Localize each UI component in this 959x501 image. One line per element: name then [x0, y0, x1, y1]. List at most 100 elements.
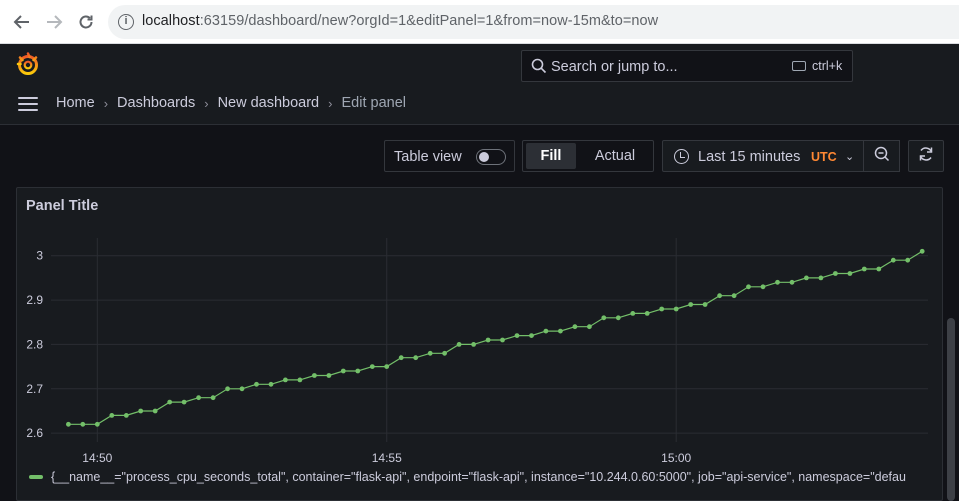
data-point — [615, 315, 621, 321]
breadcrumb-home[interactable]: Home — [56, 95, 95, 111]
table-view-label: Table view — [394, 149, 462, 165]
data-point — [283, 377, 288, 383]
data-point — [775, 279, 780, 285]
info-icon[interactable]: i — [118, 14, 134, 30]
data-point — [543, 328, 549, 334]
search-shortcut: ctrl+k — [812, 59, 843, 73]
breadcrumb-edit-panel: Edit panel — [341, 95, 406, 111]
data-point — [876, 266, 882, 272]
data-point — [514, 333, 520, 338]
menu-icon[interactable] — [18, 97, 38, 111]
data-point — [109, 413, 115, 418]
data-point — [529, 333, 534, 338]
data-point — [702, 302, 708, 307]
data-point — [919, 248, 925, 254]
scrollbar[interactable] — [947, 318, 955, 501]
data-point — [94, 421, 100, 427]
data-point — [804, 275, 809, 281]
data-point — [152, 408, 158, 414]
data-point — [239, 386, 245, 392]
refresh-button[interactable] — [908, 140, 944, 172]
refresh-icon — [918, 146, 934, 167]
data-point — [167, 399, 173, 405]
time-range-label: Last 15 minutes — [698, 149, 801, 165]
data-point — [225, 386, 231, 392]
data-point — [833, 271, 838, 276]
time-range-picker[interactable]: Last 15 minutes UTC ⌄ — [662, 140, 864, 172]
data-point — [760, 284, 766, 290]
time-series-chart: 2.6 2.7 2.8 2.9 3 14:50 14:55 15:00 — [26, 238, 928, 465]
chevron-right-icon: › — [204, 95, 209, 111]
breadcrumb-new-dashboard[interactable]: New dashboard — [218, 95, 320, 111]
x-tick-label: 14:50 — [82, 451, 112, 465]
grafana-topbar: Search or jump to... ctrl+k — [0, 44, 959, 84]
back-arrow-icon[interactable] — [10, 10, 34, 34]
data-point — [297, 377, 303, 383]
data-point — [558, 328, 563, 334]
table-view-toggle[interactable]: Table view — [384, 140, 515, 172]
search-icon — [531, 58, 547, 79]
table-view-switch[interactable] — [476, 149, 506, 165]
data-point — [818, 275, 824, 281]
actual-option[interactable]: Actual — [581, 143, 649, 169]
data-point — [181, 399, 187, 405]
url-text: localhost:63159/dashboard/new?orgId=1&ed… — [142, 13, 659, 29]
legend-item[interactable]: {__name__="process_cpu_seconds_total", c… — [51, 470, 906, 484]
data-point — [731, 293, 737, 299]
data-point — [138, 408, 144, 414]
fill-option[interactable]: Fill — [526, 143, 576, 169]
data-point — [847, 271, 853, 276]
data-point — [861, 266, 867, 272]
data-point — [196, 395, 202, 401]
data-point — [427, 350, 433, 356]
keyboard-icon — [792, 61, 806, 71]
chevron-right-icon: › — [328, 95, 333, 111]
y-tick-label: 2.9 — [26, 293, 43, 307]
address-bar[interactable]: i localhost:63159/dashboard/new?orgId=1&… — [108, 5, 959, 39]
reload-icon[interactable] — [74, 10, 98, 34]
data-point — [254, 381, 259, 387]
clock-icon — [674, 149, 689, 164]
zoom-out-button[interactable] — [864, 140, 900, 172]
data-point — [340, 368, 346, 374]
search-input[interactable]: Search or jump to... ctrl+k — [521, 50, 853, 82]
panel: 2.6 2.7 2.8 2.9 3 14:50 14:55 15:00 Panel Title… — [16, 187, 943, 501]
x-tick-label: 14:55 — [372, 451, 402, 465]
y-tick-label: 2.7 — [26, 382, 43, 396]
y-tick-label: 2.8 — [26, 337, 43, 351]
data-point — [644, 311, 650, 316]
panel-title[interactable]: Panel Title — [26, 198, 98, 214]
data-point — [485, 337, 491, 343]
search-placeholder: Search or jump to... — [551, 59, 678, 75]
chevron-right-icon: › — [103, 95, 109, 111]
breadcrumb-bar: Home › Dashboards › New dashboard › Edit… — [0, 84, 959, 125]
legend: {__name__="process_cpu_seconds_total", c… — [29, 468, 935, 486]
data-point — [601, 315, 607, 321]
data-point — [500, 337, 505, 343]
legend-swatch — [29, 475, 43, 479]
breadcrumb-dashboards[interactable]: Dashboards — [117, 95, 195, 111]
browser-toolbar: i localhost:63159/dashboard/new?orgId=1&… — [0, 0, 959, 44]
y-tick-label: 2.6 — [26, 426, 43, 440]
forward-arrow-icon[interactable] — [42, 10, 66, 34]
data-point — [268, 381, 274, 387]
data-point — [789, 279, 795, 285]
data-point — [210, 395, 216, 401]
data-point — [312, 373, 317, 378]
data-point — [717, 293, 722, 299]
timezone-label: UTC — [811, 150, 837, 164]
data-point — [456, 342, 462, 347]
data-point — [673, 306, 679, 312]
zoom-out-icon — [874, 146, 890, 167]
data-point — [326, 373, 332, 378]
grafana-logo-icon[interactable] — [16, 52, 40, 76]
data-point — [659, 306, 665, 312]
breadcrumb: Home › Dashboards › New dashboard › Edit… — [56, 95, 406, 111]
data-point — [384, 364, 390, 369]
data-point — [905, 257, 911, 263]
data-point — [80, 421, 86, 427]
data-point — [746, 284, 751, 290]
data-point — [398, 355, 404, 361]
data-point — [688, 302, 694, 307]
data-point — [66, 421, 71, 427]
